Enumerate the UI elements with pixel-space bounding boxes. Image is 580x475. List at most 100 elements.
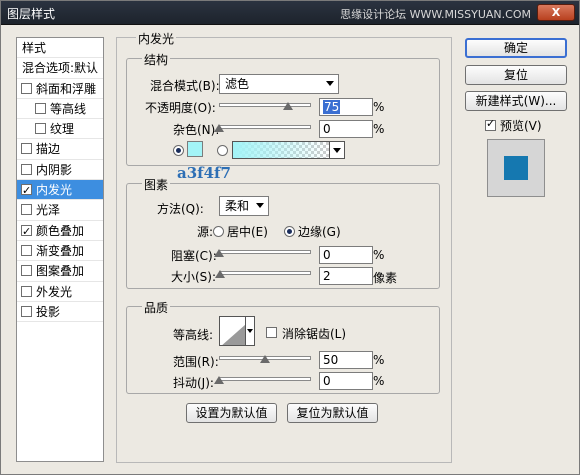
style-list-item[interactable]: 内发光 — [17, 180, 103, 201]
checkbox-icon[interactable] — [21, 265, 32, 277]
slider-thumb[interactable] — [214, 249, 224, 257]
style-list-item-label: 颜色叠加 — [36, 223, 85, 238]
style-list-item[interactable]: 光泽 — [17, 200, 103, 221]
make-default-button[interactable]: 设置为默认值 — [186, 403, 277, 423]
gradient-dropdown-button[interactable] — [329, 141, 345, 159]
preview-square — [504, 156, 528, 180]
new-style-button[interactable]: 新建样式(W)... — [465, 91, 567, 111]
style-list: 样式混合选项:默认斜面和浮雕等高线纹理描边内阴影内发光光泽颜色叠加渐变叠加图案叠… — [16, 37, 104, 462]
style-list-item[interactable]: 渐变叠加 — [17, 241, 103, 262]
jitter-slider[interactable] — [214, 375, 311, 385]
checkbox-icon — [266, 327, 277, 338]
solid-color-radio[interactable] — [173, 144, 184, 158]
source-edge-label[interactable]: 边缘(G) — [298, 223, 341, 240]
style-list-item-label: 图案叠加 — [36, 264, 85, 279]
gradient-picker[interactable] — [232, 141, 330, 159]
jitter-unit: % — [373, 374, 385, 388]
style-list-item[interactable]: 描边 — [17, 139, 103, 160]
style-list-item-label: 内发光 — [36, 183, 73, 198]
size-input[interactable]: 2 — [319, 267, 373, 285]
chevron-down-icon — [256, 203, 264, 208]
style-list-item[interactable]: 等高线 — [17, 99, 103, 120]
noise-slider[interactable] — [214, 123, 311, 133]
range-input[interactable]: 50 — [319, 351, 373, 369]
source-center-label[interactable]: 居中(E) — [227, 223, 268, 240]
choke-input[interactable]: 0 — [319, 246, 373, 264]
checkbox-icon[interactable] — [35, 102, 46, 114]
method-select[interactable]: 柔和 — [219, 196, 269, 216]
choke-slider[interactable] — [214, 248, 311, 258]
blend-mode-select[interactable]: 滤色 — [219, 74, 339, 94]
style-list-item-label: 等高线 — [50, 101, 87, 116]
jitter-input[interactable]: 0 — [319, 372, 373, 390]
inner-glow-title: 内发光 — [136, 30, 177, 47]
opacity-input[interactable]: 75 — [319, 98, 373, 116]
checkbox-checked-icon[interactable] — [21, 181, 32, 199]
contour-label: 等高线: — [173, 328, 214, 342]
noise-value: 0 — [323, 122, 331, 136]
source-center-radio[interactable] — [213, 225, 224, 239]
range-slider[interactable] — [219, 354, 311, 364]
elements-title: 图素 — [142, 176, 171, 193]
method-value: 柔和 — [225, 199, 250, 213]
source-label: 源: — [197, 225, 214, 239]
title-bar[interactable]: 图层样式 思缘设计论坛 WWW.MISSYUAN.COM X — [1, 1, 579, 25]
close-button[interactable]: X — [537, 4, 575, 21]
method-label: 方法(Q): — [157, 202, 204, 216]
glow-color-swatch[interactable] — [187, 141, 203, 157]
noise-label: 杂色(N): — [173, 123, 220, 137]
ok-button[interactable]: 确定 — [465, 38, 567, 58]
opacity-slider[interactable] — [219, 101, 311, 111]
gradient-radio[interactable] — [217, 144, 228, 158]
slider-thumb[interactable] — [260, 355, 270, 363]
dialog-title: 图层样式 — [7, 7, 56, 21]
preview-checkbox[interactable] — [485, 117, 500, 133]
style-list-item-label: 渐变叠加 — [36, 243, 85, 258]
slider-thumb[interactable] — [214, 270, 225, 278]
style-list-item-label: 外发光 — [36, 284, 73, 299]
checkbox-icon[interactable] — [21, 163, 32, 175]
size-label: 大小(S): — [171, 270, 217, 284]
style-list-item-label: 光泽 — [36, 203, 61, 218]
checkbox-checked-icon[interactable] — [21, 222, 32, 240]
slider-track — [219, 103, 311, 107]
checkbox-icon[interactable] — [21, 285, 32, 297]
style-list-item[interactable]: 内阴影 — [17, 160, 103, 181]
slider-thumb[interactable] — [283, 102, 293, 110]
style-list-item[interactable]: 外发光 — [17, 282, 103, 302]
antialias-label[interactable]: 消除锯齿(L) — [282, 325, 346, 342]
style-list-item[interactable]: 颜色叠加 — [17, 221, 103, 241]
contour-dropdown-button[interactable] — [245, 316, 255, 346]
size-unit: 像素 — [373, 271, 398, 285]
reset-default-button[interactable]: 复位为默认值 — [287, 403, 378, 423]
antialias-checkbox[interactable] — [266, 326, 281, 340]
style-preview-thumbnail — [487, 139, 545, 197]
checkbox-icon[interactable] — [21, 244, 32, 256]
style-list-item[interactable]: 混合选项:默认 — [17, 58, 103, 79]
blend-mode-label: 混合模式(B): — [150, 79, 220, 93]
opacity-unit: % — [373, 100, 385, 114]
checkbox-icon[interactable] — [21, 82, 32, 94]
style-list-item[interactable]: 斜面和浮雕 — [17, 79, 103, 99]
color-annotation: a3f4f7 — [177, 164, 231, 182]
jitter-label: 抖动(J): — [173, 376, 214, 390]
checkbox-icon[interactable] — [35, 123, 46, 135]
checkbox-icon[interactable] — [21, 305, 32, 317]
checkbox-icon[interactable] — [21, 143, 32, 155]
size-slider[interactable] — [214, 269, 311, 279]
style-list-item[interactable]: 样式 — [17, 38, 103, 59]
checkbox-icon[interactable] — [21, 204, 32, 216]
style-list-item[interactable]: 纹理 — [17, 119, 103, 140]
opacity-label: 不透明度(O): — [145, 101, 216, 115]
reset-button[interactable]: 复位 — [465, 65, 567, 85]
style-list-item[interactable]: 投影 — [17, 302, 103, 323]
slider-thumb[interactable] — [214, 124, 224, 132]
noise-input[interactable]: 0 — [319, 120, 373, 138]
radio-off-icon — [217, 145, 228, 156]
range-label: 范围(R): — [173, 355, 219, 369]
source-edge-radio[interactable] — [284, 225, 295, 239]
preview-label[interactable]: 预览(V) — [500, 117, 542, 134]
style-list-item[interactable]: 图案叠加 — [17, 261, 103, 282]
slider-thumb[interactable] — [214, 376, 224, 384]
style-list-item-label: 纹理 — [50, 122, 75, 137]
